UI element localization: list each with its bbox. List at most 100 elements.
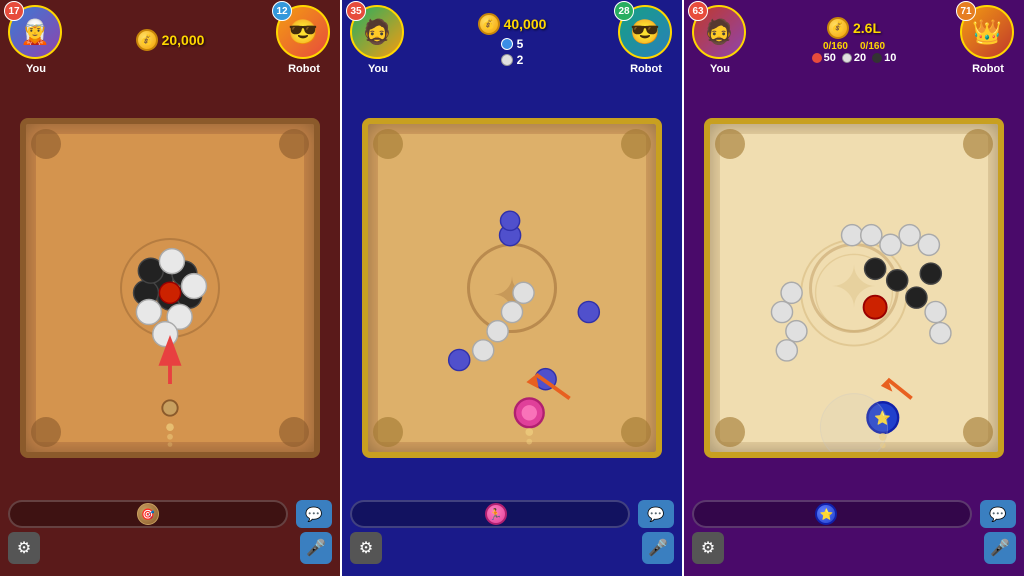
coin-amount-1: 20,000 [162,32,205,48]
avatar-container-robot-2: 😎 28 [618,5,674,61]
score-val-robot-2: 2 [517,53,524,67]
controls-row-2: ⚙ 🎤 [350,532,674,564]
avatar-container-robot-1: 😎 12 [276,5,332,61]
you-progress-3: 0/160 [823,41,848,52]
chat-button-3[interactable]: 💬 [980,500,1016,528]
striker-bar-row-3: ⭐ 💬 [692,500,1016,528]
striker-icon-1: 🎯 [137,503,159,525]
level-badge-you-2: 35 [346,1,366,21]
player-robot-3: 👑 71 Robot [960,5,1016,75]
header-1: 🧝 17 You 💰 20,000 😎 12 Robot [0,0,340,80]
piece-dot-white [842,53,852,63]
board-2: ✦ [362,118,662,458]
striker-bar-row-1: 🎯 💬 [8,500,332,528]
corner-br-1 [279,417,309,447]
piece-count-white-num: 20 [854,52,866,64]
striker-icon-2: 🏃 [485,503,507,525]
striker-icon-3: ⭐ [815,503,837,525]
game-panel-3: 🧔 63 You 💰 2.6L 0/160 0/160 5 [684,0,1024,576]
mic-button-3[interactable]: 🎤 [984,532,1016,564]
board-1 [20,118,320,458]
striker-bar-2[interactable]: 🏃 [350,500,630,528]
piece-dot-red [812,53,822,63]
score-row-robot-2: 2 [501,53,524,67]
center-circle-2 [467,243,557,333]
level-badge-robot-1: 12 [272,1,292,21]
game-panel-2: 🧔 35 You 💰 40,000 5 2 😎 28 [342,0,682,576]
corner-tr-1 [279,129,309,159]
board-container-1 [0,80,340,496]
gear-button-3[interactable]: ⚙ [692,532,724,564]
center-circle-1 [120,238,220,338]
piece-dot-black [872,53,882,63]
corner-tr-3 [963,129,993,159]
corner-bl-2 [373,417,403,447]
mic-button-2[interactable]: 🎤 [642,532,674,564]
level-badge-robot-2: 28 [614,1,634,21]
chat-button-1[interactable]: 💬 [296,500,332,528]
piece-count-black-num: 10 [884,52,896,64]
coin-icon-1: 💰 [136,29,158,51]
chat-button-2[interactable]: 💬 [638,500,674,528]
avatar-container-you-3: 🧔 63 [692,5,748,61]
game-panel-1: 🧝 17 You 💰 20,000 😎 12 Robot [0,0,340,576]
coin-row-2: 💰 40,000 [478,13,547,35]
player-name-you-2: You [368,63,388,75]
bottom-bar-3: ⭐ 💬 ⚙ 🎤 [684,496,1024,576]
level-badge-you-3: 63 [688,1,708,21]
corner-br-2 [621,417,651,447]
coin-icon-3: 💰 [827,17,849,39]
coin-row-3: 💰 2.6L [827,17,881,39]
coin-area-3: 💰 2.6L 0/160 0/160 50 20 [748,17,960,64]
coin-icon-2: 💰 [478,13,500,35]
player-you-1: 🧝 17 You [8,5,64,75]
corner-tl-2 [373,129,403,159]
player-robot-2: 😎 28 Robot [618,5,674,75]
gear-button-2[interactable]: ⚙ [350,532,382,564]
player-you-2: 🧔 35 You [350,5,406,75]
piece-count-white: 20 [842,52,866,64]
player-you-3: 🧔 63 You [692,5,748,75]
center-circle-3 [809,243,899,333]
corner-bl-1 [31,417,61,447]
mic-button-1[interactable]: 🎤 [300,532,332,564]
controls-row-3: ⚙ 🎤 [692,532,1016,564]
score-dot-robot-2 [501,54,513,66]
player-robot-1: 😎 12 Robot [276,5,332,75]
corner-br-3 [963,417,993,447]
player-name-robot-1: Robot [288,63,320,75]
player-name-robot-3: Robot [972,63,1004,75]
score-val-you-2: 5 [517,37,524,51]
header-2: 🧔 35 You 💰 40,000 5 2 😎 28 [342,0,682,80]
player-name-robot-2: Robot [630,63,662,75]
level-badge-you-1: 17 [4,1,24,21]
bottom-bar-2: 🏃 💬 ⚙ 🎤 [342,496,682,576]
board-container-3: ✦ [684,80,1024,496]
striker-bar-3[interactable]: ⭐ [692,500,972,528]
piece-count-black: 10 [872,52,896,64]
piece-counts-3: 50 20 10 [812,52,897,64]
player-name-you-3: You [710,63,730,75]
corner-tl-1 [31,129,61,159]
striker-bar-row-2: 🏃 💬 [350,500,674,528]
coin-area-2: 💰 40,000 5 2 [406,13,618,67]
piece-count-red: 50 [812,52,836,64]
avatar-container-robot-3: 👑 71 [960,5,1016,61]
board-container-2: ✦ [342,80,682,496]
robot-progress-3: 0/160 [860,41,885,52]
corner-bl-3 [715,417,745,447]
score-dot-you-2 [501,38,513,50]
controls-row-1: ⚙ 🎤 [8,532,332,564]
level-badge-robot-3: 71 [956,1,976,21]
piece-count-red-num: 50 [824,52,836,64]
board-3: ✦ [704,118,1004,458]
avatar-container-you-1: 🧝 17 [8,5,64,61]
corner-tl-3 [715,129,745,159]
avatar-container-you-2: 🧔 35 [350,5,406,61]
coin-row-1: 💰 20,000 [136,29,205,51]
bottom-bar-1: 🎯 💬 ⚙ 🎤 [0,496,340,576]
striker-bar-1[interactable]: 🎯 [8,500,288,528]
gear-button-1[interactable]: ⚙ [8,532,40,564]
header-3: 🧔 63 You 💰 2.6L 0/160 0/160 5 [684,0,1024,80]
coin-amount-3: 2.6L [853,20,881,36]
